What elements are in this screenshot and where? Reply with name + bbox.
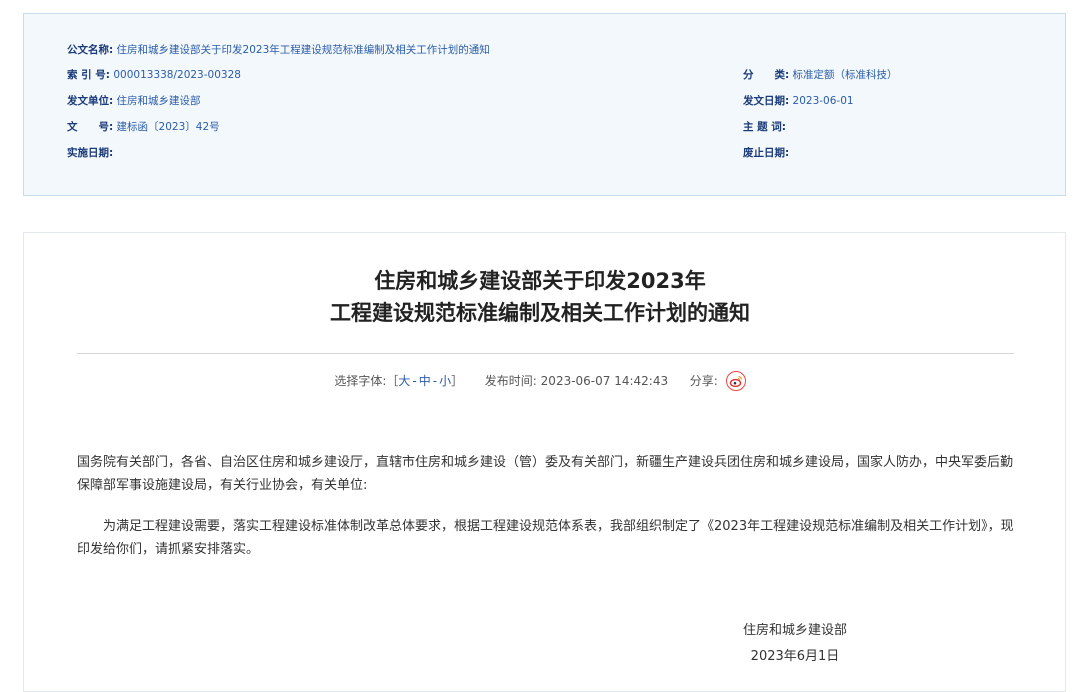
- meta-date-label: 发文日期:: [743, 95, 790, 107]
- document-title-line1: 住房和城乡建设部关于印发2023年: [374, 269, 706, 293]
- meta-effective-row: 实施日期:: [67, 146, 113, 160]
- meta-docno-row: 文 号: 建标函〔2023〕42号: [67, 120, 220, 134]
- font-size-separator: -: [412, 374, 417, 388]
- meta-keywords-row: 主 题 词:: [743, 120, 786, 134]
- meta-expire-row: 废止日期:: [743, 146, 789, 160]
- meta-title-label: 公文名称:: [67, 44, 114, 56]
- meta-date-row: 发文日期: 2023-06-01: [743, 94, 854, 108]
- font-size-label: 选择字体:［: [334, 374, 399, 388]
- meta-keywords-label: 主 题 词:: [743, 121, 787, 133]
- publish-time-label: 发布时间:: [484, 374, 537, 388]
- signature-date: 2023年6月1日: [750, 649, 840, 664]
- meta-date-value: 2023-06-01: [792, 95, 854, 107]
- weibo-share-icon[interactable]: [725, 370, 746, 391]
- signature-organization: 住房和城乡建设部: [742, 623, 847, 638]
- font-size-close: ］: [451, 374, 464, 388]
- font-size-medium-link[interactable]: 中: [419, 374, 431, 388]
- document-info-bar: 选择字体:［大 - 中 - 小］ 发布时间: 2023-06-07 14:42:43 分…: [0, 370, 1080, 392]
- font-size-large-link[interactable]: 大: [398, 374, 410, 388]
- meta-expire-label: 废止日期:: [743, 147, 790, 159]
- meta-issuer-row: 发文单位: 住房和城乡建设部: [67, 94, 201, 108]
- meta-category-row: 分 类: 标准定额（标准科技）: [743, 68, 898, 82]
- meta-issuer-value: 住房和城乡建设部: [116, 95, 201, 107]
- meta-title-value: 住房和城乡建设部关于印发2023年工程建设规范标准编制及相关工作计划的通知: [116, 44, 490, 56]
- meta-category-value: 标准定额（标准科技）: [792, 69, 898, 81]
- meta-docno-label: 文 号:: [67, 121, 114, 133]
- share-label: 分享:: [689, 374, 718, 388]
- meta-effective-label: 实施日期:: [67, 147, 114, 159]
- document-title-line2: 工程建设规范标准编制及相关工作计划的通知: [330, 301, 750, 325]
- meta-category-label: 分 类:: [743, 69, 790, 81]
- meta-index-label: 索 引 号:: [67, 69, 111, 81]
- publish-time-value: 2023-06-07 14:42:43: [540, 374, 669, 388]
- meta-index-value: 000013338/2023-00328: [113, 69, 241, 81]
- meta-issuer-label: 发文单位:: [67, 95, 114, 107]
- meta-index-row: 索 引 号: 000013338/2023-00328: [67, 68, 241, 82]
- document-recipients: 国务院有关部门，各省、自治区住房和城乡建设厅，直辖市住房和城乡建设（管）委及有关…: [77, 455, 1014, 493]
- meta-title-row: 公文名称: 住房和城乡建设部关于印发2023年工程建设规范标准编制及相关工作计划…: [67, 43, 490, 57]
- font-size-separator: -: [432, 374, 438, 388]
- title-divider: [77, 353, 1014, 354]
- document-body-paragraph: 为满足工程建设需要，落实工程建设标准体制改革总体要求，根据工程建设规范体系表，我…: [77, 519, 1014, 557]
- meta-docno-value: 建标函〔2023〕42号: [116, 121, 220, 133]
- font-size-small-link[interactable]: 小: [439, 374, 451, 388]
